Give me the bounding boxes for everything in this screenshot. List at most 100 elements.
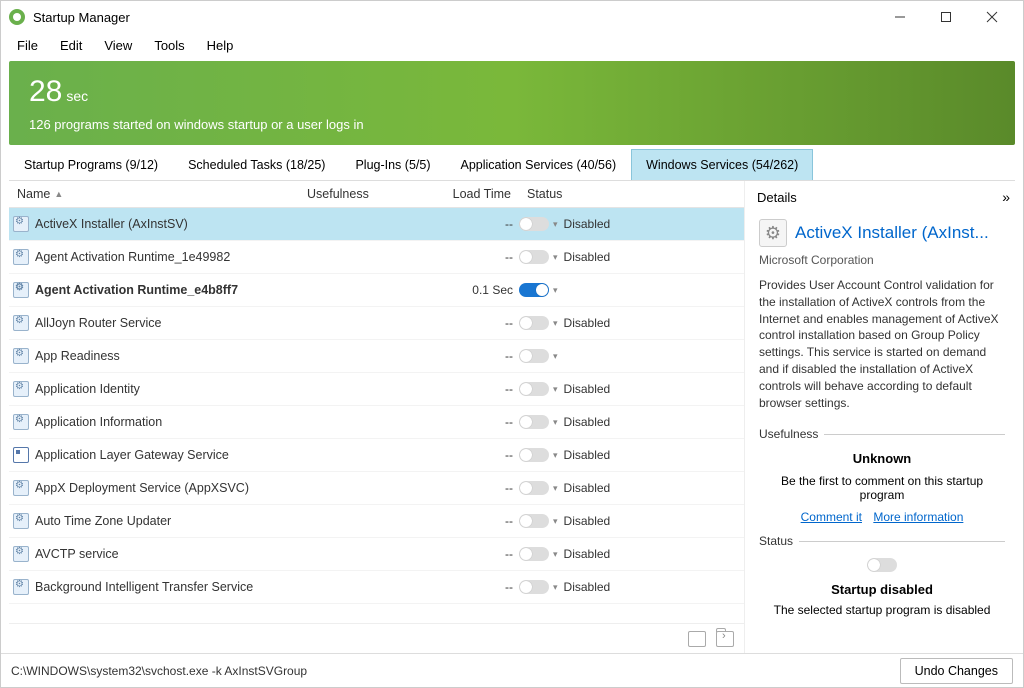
chevron-down-icon[interactable]: ▾ (553, 582, 558, 593)
table-row[interactable]: AppX Deployment Service (AppXSVC)--▾Disa… (9, 472, 744, 505)
menu-edit[interactable]: Edit (50, 35, 92, 56)
service-name: Agent Activation Runtime_e4b8ff7 (35, 283, 238, 297)
chevron-down-icon[interactable]: ▾ (553, 219, 558, 230)
menu-tools[interactable]: Tools (144, 35, 194, 56)
collapse-icon[interactable]: » (1002, 189, 1007, 205)
enable-toggle[interactable] (519, 547, 549, 561)
service-name: AVCTP service (35, 547, 119, 561)
status-title: Startup disabled (759, 582, 1005, 597)
table-row[interactable]: ActiveX Installer (AxInstSV)--▾Disabled (9, 208, 744, 241)
table-row[interactable]: Auto Time Zone Updater -- ▾ Disabled (9, 505, 744, 538)
status-label: Disabled (564, 547, 611, 561)
enable-toggle[interactable] (519, 349, 549, 363)
enable-toggle[interactable] (519, 415, 549, 429)
table-row[interactable]: Application Information--▾Disabled (9, 406, 744, 439)
statusbar: C:\WINDOWS\system32\svchost.exe -k AxIns… (1, 653, 1023, 687)
service-name: App Readiness (35, 349, 120, 363)
table-row[interactable]: App Readiness -- ▾ (9, 340, 744, 373)
tab-windows-services[interactable]: Windows Services (54/262) (631, 149, 813, 180)
enable-toggle[interactable] (519, 580, 549, 594)
tab-plugins[interactable]: Plug-Ins (5/5) (340, 149, 445, 180)
chevron-down-icon[interactable]: ▾ (553, 285, 558, 296)
table-toolbar (9, 623, 744, 653)
service-name: Auto Time Zone Updater (35, 514, 171, 528)
table-row[interactable]: AVCTP service--▾Disabled (9, 538, 744, 571)
chevron-down-icon[interactable]: ▾ (553, 516, 558, 527)
col-name[interactable]: Name▲ (9, 181, 299, 207)
status-path: C:\WINDOWS\system32\svchost.exe -k AxIns… (11, 664, 307, 678)
chevron-down-icon[interactable]: ▾ (553, 318, 558, 329)
undo-changes-button[interactable]: Undo Changes (900, 658, 1013, 684)
details-header-label: Details (757, 190, 797, 205)
col-status[interactable]: Status (519, 181, 629, 207)
chevron-down-icon[interactable]: ▾ (553, 483, 558, 494)
table-row[interactable]: Agent Activation Runtime_e4b8ff7 0.1 Sec ▾ (9, 274, 744, 307)
app-icon (9, 9, 25, 25)
tab-scheduled-tasks[interactable]: Scheduled Tasks (18/25) (173, 149, 340, 180)
table-row[interactable]: Application Identity--▾Disabled (9, 373, 744, 406)
chevron-down-icon[interactable]: ▾ (553, 450, 558, 461)
service-name: AllJoyn Router Service (35, 316, 161, 330)
minimize-button[interactable] (877, 1, 923, 33)
load-time: 0.1 Sec (439, 283, 519, 297)
table-row[interactable]: Application Layer Gateway Service--▾Disa… (9, 439, 744, 472)
tab-application-services[interactable]: Application Services (40/56) (445, 149, 631, 180)
service-icon (13, 579, 29, 595)
load-time: -- (439, 481, 519, 495)
table-row[interactable]: AllJoyn Router Service--▾Disabled (9, 307, 744, 340)
maximize-button[interactable] (923, 1, 969, 33)
load-time: -- (439, 580, 519, 594)
more-info-link[interactable]: More information (873, 510, 963, 524)
chevron-down-icon[interactable]: ▾ (553, 417, 558, 428)
boot-time-value: 28 (29, 75, 62, 108)
col-usefulness[interactable]: Usefulness (299, 181, 439, 207)
col-loadtime[interactable]: Load Time (439, 181, 519, 207)
status-label: Disabled (564, 514, 611, 528)
enable-toggle[interactable] (519, 448, 549, 462)
load-time: -- (439, 349, 519, 363)
tab-startup-programs[interactable]: Startup Programs (9/12) (9, 149, 173, 180)
service-icon (13, 414, 29, 430)
usefulness-befirst: Be the first to comment on this startup … (759, 474, 1005, 502)
menu-help[interactable]: Help (197, 35, 244, 56)
enable-toggle[interactable] (519, 481, 549, 495)
menu-view[interactable]: View (94, 35, 142, 56)
chevron-down-icon[interactable]: ▾ (553, 384, 558, 395)
usefulness-section-head: Usefulness (759, 427, 1005, 441)
table-row[interactable]: Agent Activation Runtime_1e49982--▾Disab… (9, 241, 744, 274)
load-time: -- (439, 448, 519, 462)
status-label: Disabled (564, 580, 611, 594)
enable-toggle[interactable] (519, 514, 549, 528)
menu-file[interactable]: File (7, 35, 48, 56)
enable-toggle[interactable] (519, 283, 549, 297)
load-time: -- (439, 514, 519, 528)
service-name: Agent Activation Runtime_1e49982 (35, 250, 230, 264)
details-gear-icon: ⚙ (759, 219, 787, 247)
services-list[interactable]: ActiveX Installer (AxInstSV)--▾Disabled A… (9, 208, 744, 623)
services-table: Name▲ Usefulness Load Time Status Active… (9, 181, 745, 653)
chevron-down-icon[interactable]: ▾ (553, 351, 558, 362)
close-button[interactable] (969, 1, 1015, 33)
status-label: Disabled (564, 316, 611, 330)
export-icon[interactable] (688, 631, 706, 647)
service-icon (13, 315, 29, 331)
table-row[interactable]: Background Intelligent Transfer Service -… (9, 571, 744, 604)
enable-toggle[interactable] (519, 217, 549, 231)
service-icon (13, 216, 29, 232)
usefulness-value: Unknown (759, 451, 1005, 466)
chevron-down-icon[interactable]: ▾ (553, 549, 558, 560)
load-time: -- (439, 250, 519, 264)
enable-toggle[interactable] (519, 250, 549, 264)
comment-link[interactable]: Comment it (801, 510, 862, 524)
enable-toggle[interactable] (519, 316, 549, 330)
details-status-toggle[interactable] (867, 558, 897, 572)
service-name: Background Intelligent Transfer Service (35, 580, 253, 594)
boot-time-unit: sec (66, 88, 88, 104)
details-title: ActiveX Installer (AxInst... (795, 223, 1005, 243)
titlebar: Startup Manager (1, 1, 1023, 33)
service-icon (13, 513, 29, 529)
chevron-down-icon[interactable]: ▾ (553, 252, 558, 263)
enable-toggle[interactable] (519, 382, 549, 396)
service-icon (13, 348, 29, 364)
open-folder-icon[interactable] (716, 631, 734, 647)
